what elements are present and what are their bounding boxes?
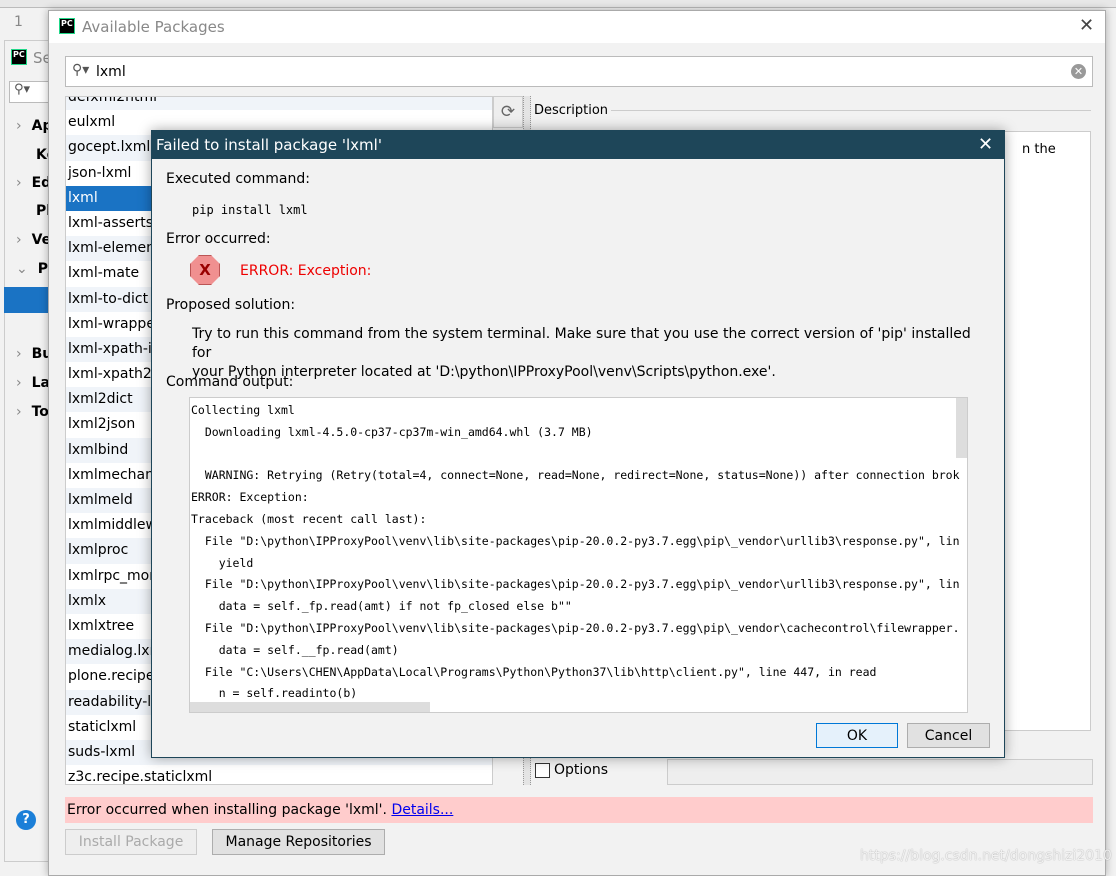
- command-output-label: Command output:: [166, 374, 294, 390]
- search-value: lxml: [96, 64, 126, 80]
- refresh-icon[interactable]: ⟳: [493, 96, 523, 128]
- chevron-right-icon[interactable]: ›: [16, 346, 22, 362]
- package-search-input[interactable]: ⚲▾ lxml ✕: [65, 56, 1093, 87]
- error-occurred-label: Error occurred:: [166, 231, 271, 247]
- line-number: 1: [14, 14, 23, 30]
- install-error-dialog: Failed to install package 'lxml' ✕ Execu…: [151, 130, 1005, 758]
- options-checkbox[interactable]: [535, 763, 550, 778]
- pycharm-logo-icon: PC: [11, 49, 27, 65]
- search-icon: ⚲▾: [72, 62, 90, 78]
- tree-item-label: To: [31, 404, 49, 420]
- chevron-right-icon[interactable]: ›: [16, 375, 22, 391]
- ok-button[interactable]: OK: [816, 723, 898, 748]
- help-icon[interactable]: ?: [16, 810, 36, 830]
- cancel-button[interactable]: Cancel: [907, 723, 990, 748]
- command-output[interactable]: Collecting lxml Downloading lxml-4.5.0-c…: [189, 397, 968, 713]
- description-label: Description: [534, 103, 609, 118]
- settings-tree-item[interactable]: Pl: [16, 203, 51, 219]
- executed-command-label: Executed command:: [166, 171, 310, 187]
- settings-tree-item[interactable]: › Ed: [16, 175, 51, 191]
- error-bar: Error occurred when installing package '…: [65, 797, 1093, 823]
- proposed-solution-label: Proposed solution:: [166, 297, 296, 313]
- watermark: https://blog.csdn.net/dongshizi2010: [860, 848, 1112, 864]
- error-message: Error occurred when installing package '…: [67, 802, 387, 818]
- manage-repositories-button[interactable]: Manage Repositories: [212, 829, 385, 855]
- solution-line: your Python interpreter located at 'D:\p…: [192, 364, 776, 380]
- install-package-button[interactable]: Install Package: [65, 829, 197, 855]
- chevron-right-icon[interactable]: ›: [16, 175, 22, 191]
- settings-tree-item[interactable]: › Ap: [16, 118, 52, 134]
- settings-tree-item[interactable]: › La: [16, 375, 50, 391]
- close-icon[interactable]: ✕: [978, 131, 993, 159]
- clear-search-icon[interactable]: ✕: [1071, 64, 1086, 79]
- error-icon: X: [190, 255, 220, 285]
- pycharm-logo-icon: PC: [59, 18, 75, 34]
- command-output-text: Collecting lxml Downloading lxml-4.5.0-c…: [191, 403, 960, 701]
- chevron-right-icon[interactable]: ›: [16, 232, 22, 248]
- options-label: Options: [554, 762, 609, 778]
- settings-tree-item[interactable]: › To: [16, 404, 49, 420]
- description-divider: [611, 110, 1091, 111]
- chevron-right-icon[interactable]: ›: [16, 118, 22, 134]
- executed-command: pip install lxml: [192, 203, 308, 217]
- options-input[interactable]: [667, 759, 1093, 785]
- close-icon[interactable]: ✕: [1079, 15, 1094, 36]
- vertical-scrollbar[interactable]: [956, 398, 967, 458]
- description-text: n the: [1022, 142, 1056, 157]
- editor-tab-strip: [0, 0, 1116, 8]
- horizontal-scrollbar[interactable]: [190, 702, 430, 712]
- solution-line: Try to run this command from the system …: [192, 326, 971, 361]
- modal-title: Failed to install package 'lxml': [152, 131, 1004, 159]
- settings-tree-item[interactable]: › Ve: [16, 232, 51, 248]
- package-list-item[interactable]: z3c.recipe.staticlxml: [66, 765, 492, 784]
- dialog-title-bar: PC Available Packages ✕: [49, 11, 1105, 43]
- dialog-title: Available Packages: [82, 18, 225, 36]
- chevron-down-icon[interactable]: ⌄: [16, 261, 28, 277]
- details-link[interactable]: Details...: [391, 802, 453, 818]
- proposed-solution: Try to run this command from the system …: [192, 325, 992, 382]
- error-text: ERROR: Exception:: [240, 263, 372, 279]
- settings-tree-item[interactable]: › Bu: [16, 346, 52, 362]
- settings-search-icon[interactable]: ⚲▾: [9, 81, 49, 103]
- chevron-right-icon[interactable]: ›: [16, 404, 22, 420]
- package-list-item[interactable]: defxml2html: [66, 97, 492, 111]
